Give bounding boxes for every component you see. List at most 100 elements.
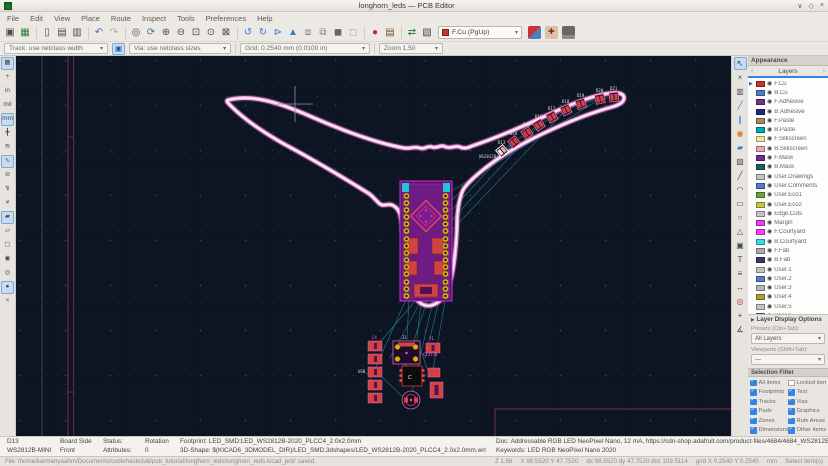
- layer-color-swatch[interactable]: [756, 257, 765, 263]
- layer-color-swatch[interactable]: [756, 118, 765, 124]
- minimize-button[interactable]: ∨: [797, 2, 802, 10]
- zoom-fit-button[interactable]: ⊡: [189, 26, 203, 40]
- separator[interactable]: [33, 26, 39, 40]
- flip-button[interactable]: ⊳: [271, 26, 285, 40]
- zoom-selection-button[interactable]: ⊠: [219, 26, 233, 40]
- plot-button[interactable]: ▥: [70, 26, 84, 40]
- menu-item[interactable]: Preferences: [206, 14, 246, 23]
- layer-row[interactable]: ▶ ◉ B.Paste: [748, 125, 828, 134]
- separator[interactable]: [361, 26, 367, 40]
- visibility-eye-icon[interactable]: ◉: [767, 109, 772, 115]
- checkbox[interactable]: [750, 427, 757, 434]
- menu-item[interactable]: Edit: [30, 14, 43, 23]
- layer-row[interactable]: ▶ ◉ F.Courtyard: [748, 228, 828, 237]
- menu-item[interactable]: Place: [81, 14, 100, 23]
- tab-scroll-left-icon[interactable]: ‹: [751, 68, 753, 75]
- local-ratsnest-button[interactable]: ×: [734, 71, 747, 84]
- separator[interactable]: [122, 26, 128, 40]
- visibility-eye-icon[interactable]: ◉: [767, 183, 772, 189]
- ungroup-button[interactable]: ⧉: [316, 26, 330, 40]
- active-layer-select[interactable]: F.Cu (PgUp): [438, 26, 522, 39]
- checkbox[interactable]: [750, 389, 757, 396]
- drill-origin-button[interactable]: ◎: [734, 295, 747, 308]
- zone-fill-button[interactable]: ▰: [1, 211, 14, 224]
- add-text-button[interactable]: T: [734, 253, 747, 266]
- layer-row[interactable]: ▶ ◉ B.Courtyard: [748, 237, 828, 246]
- maximize-button[interactable]: ◇: [809, 2, 814, 10]
- selection-filter-item[interactable]: Footprints: [750, 388, 788, 398]
- visibility-eye-icon[interactable]: ◉: [767, 211, 772, 217]
- units-mm-button[interactable]: mm: [1, 113, 14, 126]
- layer-color-swatch[interactable]: [756, 211, 765, 217]
- units-mils-button[interactable]: mil: [1, 99, 14, 112]
- rotate-ccw-button[interactable]: ↺: [241, 26, 255, 40]
- add-zone-button[interactable]: ▰: [734, 141, 747, 154]
- selection-filter-item[interactable]: Other items: [788, 426, 826, 436]
- add-image-button[interactable]: ▣: [734, 239, 747, 252]
- layer-row[interactable]: ▶ ◉ F.Fab: [748, 246, 828, 255]
- draw-arc-button[interactable]: ◠: [734, 183, 747, 196]
- add-dimension-button[interactable]: ↔: [734, 281, 747, 294]
- auto-track-width-toggle[interactable]: ▣: [112, 43, 125, 55]
- track-width-select[interactable]: Track: use netclass width: [4, 43, 108, 54]
- page-settings-button[interactable]: ▯: [40, 26, 54, 40]
- menu-item[interactable]: Help: [257, 14, 272, 23]
- visibility-eye-icon[interactable]: ◉: [767, 127, 772, 133]
- separator[interactable]: [398, 26, 404, 40]
- visibility-eye-icon[interactable]: ◉: [767, 192, 772, 198]
- hide-ratsnest-button[interactable]: ⊘: [1, 169, 14, 182]
- visibility-eye-icon[interactable]: ◉: [767, 285, 772, 291]
- selection-filter-item[interactable]: Locked items: [788, 378, 826, 388]
- checkbox[interactable]: [788, 418, 795, 425]
- layer-color-swatch[interactable]: [756, 304, 765, 310]
- layer-row[interactable]: ▶ ◉ User.4: [748, 293, 828, 302]
- layer-row[interactable]: ▶ ◉ User.Eco2: [748, 200, 828, 209]
- visibility-eye-icon[interactable]: ◉: [767, 136, 772, 142]
- footprint-library-button[interactable]: ▤: [383, 26, 397, 40]
- selection-filter-item[interactable]: Graphics: [788, 407, 826, 417]
- find-button[interactable]: ◎: [129, 26, 143, 40]
- print-button[interactable]: ▤: [55, 26, 69, 40]
- route-diff-pair-button[interactable]: ∥: [734, 113, 747, 126]
- layer-color-swatch[interactable]: [756, 155, 765, 161]
- add-via-button[interactable]: ◉: [734, 127, 747, 140]
- separator[interactable]: [234, 26, 240, 40]
- layer-color-swatch[interactable]: [756, 127, 765, 133]
- refresh-button[interactable]: ⟳: [144, 26, 158, 40]
- visibility-eye-icon[interactable]: ◉: [767, 99, 772, 105]
- crosshair-style-button[interactable]: ╋: [1, 127, 14, 140]
- visibility-eye-icon[interactable]: ◉: [767, 220, 772, 226]
- toggle-grid-button[interactable]: ▦: [1, 57, 14, 70]
- lock-button[interactable]: ◼: [331, 26, 345, 40]
- selection-filter-item[interactable]: All items: [750, 378, 788, 388]
- mcu-board-footprint[interactable]: [400, 181, 452, 301]
- checkbox[interactable]: [750, 380, 757, 387]
- layer-pair-toggle-button[interactable]: [528, 26, 541, 39]
- checkbox[interactable]: [750, 399, 757, 406]
- select-tool-button[interactable]: ↖: [734, 57, 747, 70]
- layer-color-swatch[interactable]: [756, 248, 765, 254]
- drc-button[interactable]: ●: [368, 26, 382, 40]
- visibility-eye-icon[interactable]: ◉: [767, 174, 772, 180]
- add-footprint-button[interactable]: ▥: [734, 85, 747, 98]
- add-textbox-button[interactable]: ≡: [734, 267, 747, 280]
- redo-button[interactable]: ↷: [107, 26, 121, 40]
- track-outline-button[interactable]: ●: [1, 281, 14, 294]
- pcb-canvas[interactable]: WS2812B D13 D14 D15 D16: [16, 56, 731, 436]
- layer-color-swatch[interactable]: [756, 229, 765, 235]
- selection-filter-item[interactable]: Tracks: [750, 397, 788, 407]
- layer-color-swatch[interactable]: [756, 81, 765, 87]
- via-size-select[interactable]: Via: use netclass sizes: [129, 43, 231, 54]
- visibility-eye-icon[interactable]: ◉: [767, 164, 772, 170]
- visibility-eye-icon[interactable]: ◉: [767, 276, 772, 282]
- grid-select[interactable]: Grid: 0.2540 mm (0.0100 in): [240, 43, 370, 54]
- status-units[interactable]: mm: [767, 458, 777, 465]
- layer-color-swatch[interactable]: [756, 109, 765, 115]
- layer-color-swatch[interactable]: [756, 136, 765, 142]
- layer-color-swatch[interactable]: [756, 276, 765, 282]
- route-tracks-button[interactable]: ╱: [734, 99, 747, 112]
- highlight-nets-button[interactable]: ↯: [1, 183, 14, 196]
- zoom-select[interactable]: Zoom 1.50: [379, 43, 443, 54]
- layer-color-swatch[interactable]: [756, 90, 765, 96]
- layer-color-swatch[interactable]: [756, 192, 765, 198]
